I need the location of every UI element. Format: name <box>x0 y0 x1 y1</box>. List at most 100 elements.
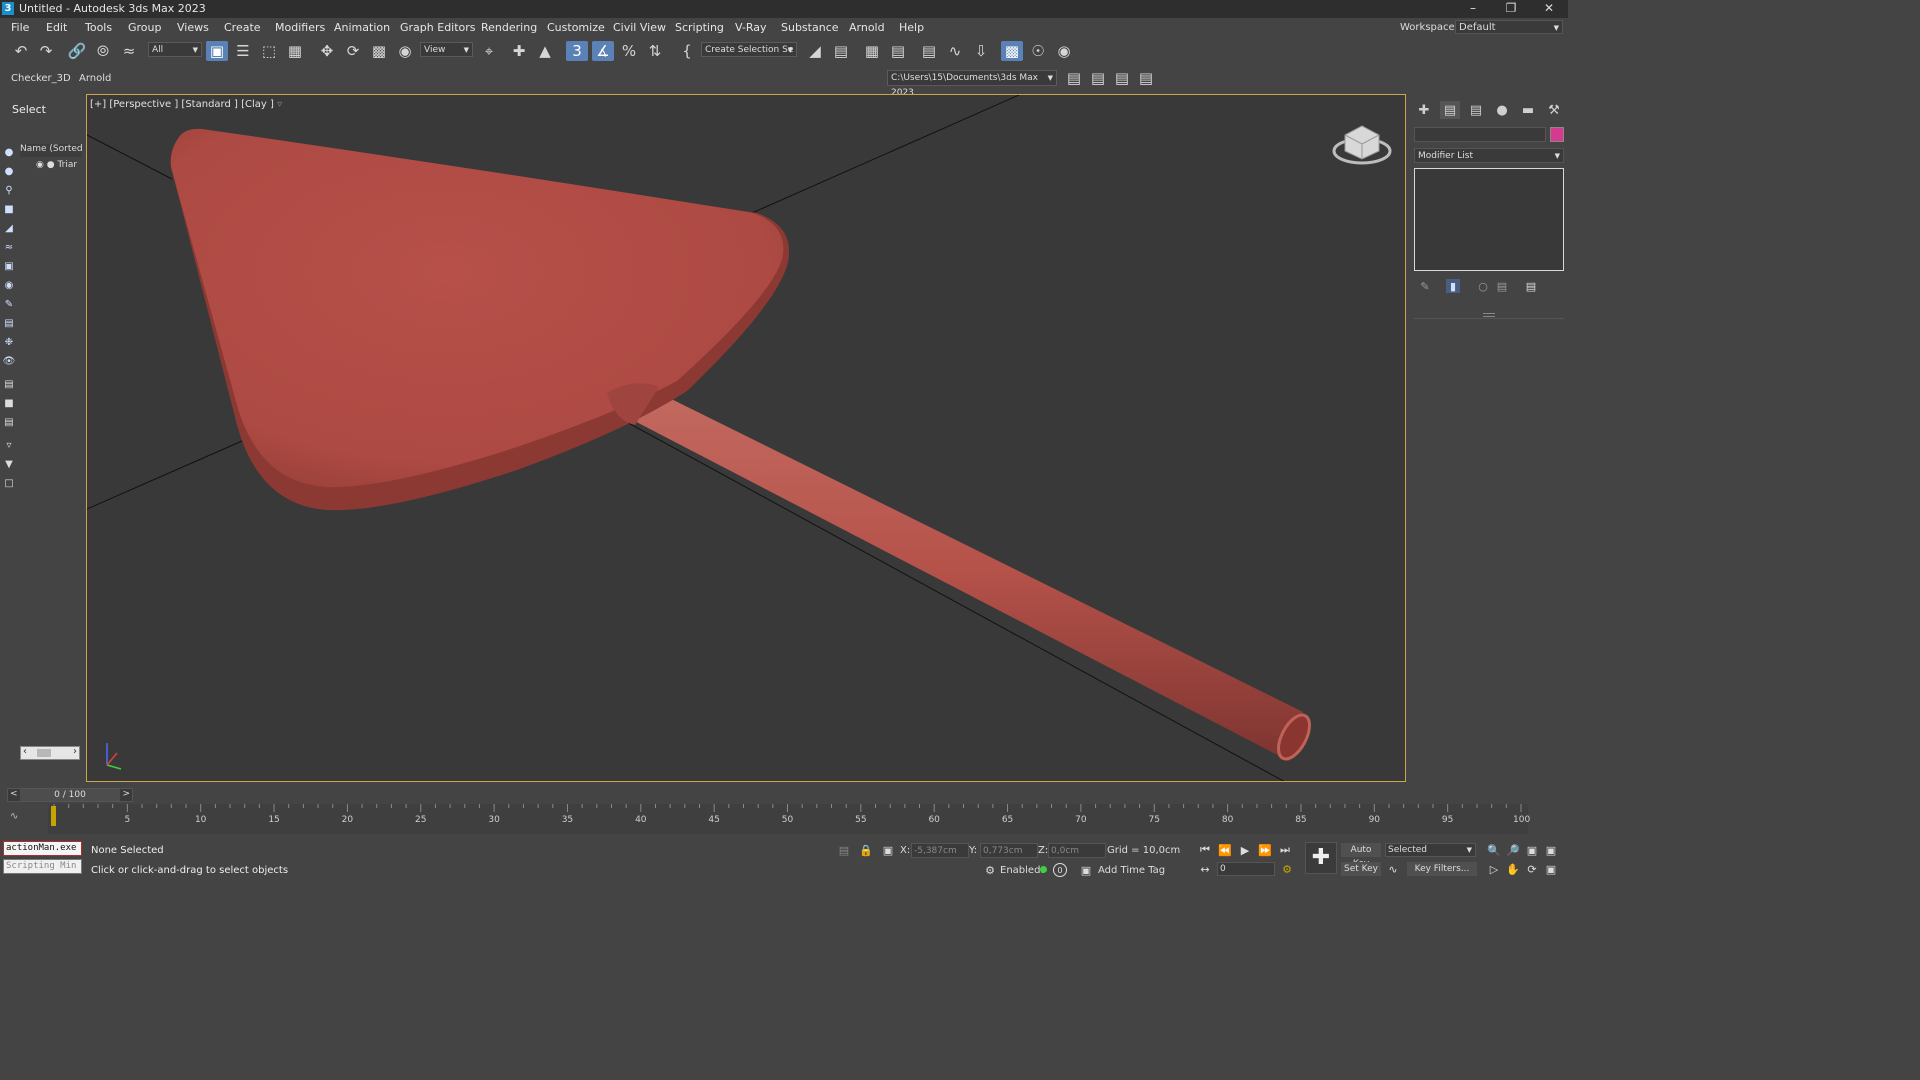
freeze-icon[interactable]: ● <box>47 160 55 170</box>
menu-substance[interactable]: Substance <box>781 21 839 34</box>
move-icon[interactable]: ✥ <box>316 41 338 61</box>
select-manipulate-icon[interactable]: ✚ <box>508 41 530 61</box>
selection-lock-icon[interactable]: 🔒 <box>858 842 874 858</box>
maximize-viewport-icon[interactable]: ▣ <box>1543 861 1559 877</box>
display-cameras-icon[interactable]: ◢ <box>2 221 16 235</box>
link-icon[interactable]: 🔗 <box>66 41 88 61</box>
enabled-value[interactable]: 0 <box>1053 863 1067 877</box>
key-tangents-icon[interactable]: ∿ <box>1385 861 1401 877</box>
unlink-icon[interactable]: ⦾ <box>92 41 114 61</box>
modify-tab-icon[interactable]: ▤ <box>1440 101 1460 119</box>
display-invert-icon[interactable]: ■ <box>2 396 16 410</box>
display-all-icon[interactable]: ▤ <box>2 377 16 391</box>
mirror-icon[interactable]: ◢ <box>804 41 826 61</box>
display-xrefs-icon[interactable]: ✎ <box>2 297 16 311</box>
spinner-snap-icon[interactable]: ⇅ <box>644 41 666 61</box>
utilities-tab-icon[interactable]: ⚒ <box>1544 101 1564 119</box>
time-prev-button[interactable]: < <box>10 789 18 799</box>
name-column-header[interactable]: Name (Sorted A <box>20 144 82 157</box>
menu-civil-view[interactable]: Civil View <box>613 21 666 34</box>
visibility-eye-icon[interactable]: ◉ <box>36 160 44 170</box>
scale-icon[interactable]: ▩ <box>368 41 390 61</box>
render-icon[interactable]: ◉ <box>1053 41 1075 61</box>
filter-icon[interactable]: ▿ <box>2 438 16 452</box>
spatula-handle[interactable] <box>623 381 1303 761</box>
menu-rendering[interactable]: Rendering <box>481 21 537 34</box>
zoom-all-icon[interactable]: 🔎 <box>1505 842 1521 858</box>
perspective-viewport[interactable] <box>86 94 1406 782</box>
menu-scripting[interactable]: Scripting <box>675 21 724 34</box>
set-keys-icon[interactable]: ✚ <box>1305 842 1337 874</box>
menu-customize[interactable]: Customize <box>547 21 605 34</box>
layer-icon[interactable]: □ <box>2 476 16 490</box>
key-mode-dropdown[interactable]: Selected ▼ <box>1385 843 1476 857</box>
reference-coordinate-dropdown[interactable]: View ▼ <box>420 42 473 57</box>
menu-modifiers[interactable]: Modifiers <box>275 21 325 34</box>
create-tab-icon[interactable]: ✚ <box>1414 101 1434 119</box>
tab-checker-3d[interactable]: Checker_3D <box>11 73 71 84</box>
snaps-toggle-icon[interactable]: 3 <box>566 41 588 61</box>
chevron-right-icon[interactable]: › <box>73 746 77 757</box>
y-coordinate-field[interactable]: 0,773cm <box>980 843 1038 858</box>
object-name-field[interactable] <box>1414 127 1546 142</box>
material-editor-icon[interactable]: ▩ <box>1001 41 1023 61</box>
menu-tools[interactable]: Tools <box>85 21 112 34</box>
modifier-list-dropdown[interactable]: Modifier List ▼ <box>1414 148 1564 163</box>
key-mode-toggle-icon[interactable]: ↔ <box>1197 861 1213 877</box>
curve-editor-toggle-icon[interactable]: ∿ <box>10 811 18 822</box>
adaptive-degradation-icon[interactable]: ⚙ <box>982 862 998 878</box>
z-coordinate-field[interactable]: 0,0cm <box>1048 843 1106 858</box>
add-time-tag-button[interactable]: Add Time Tag <box>1098 865 1165 876</box>
tab-arnold[interactable]: Arnold <box>79 73 111 84</box>
viewcube[interactable] <box>1332 125 1392 165</box>
pin-stack-icon[interactable]: ✎ <box>1418 279 1432 293</box>
key-filters-button[interactable]: Key Filters... <box>1407 862 1477 876</box>
display-helpers-icon[interactable]: ≈ <box>2 240 16 254</box>
filter-funnel-icon[interactable]: ▼ <box>2 457 16 471</box>
restore-icon[interactable]: ❐ <box>1492 0 1530 18</box>
named-selection-dropdown[interactable]: Create Selection Se ▼ <box>701 42 797 57</box>
menu-group[interactable]: Group <box>128 21 162 34</box>
open-project-icon[interactable]: ▤ <box>1087 68 1109 88</box>
isolate-selection-icon[interactable]: ▤ <box>836 842 852 858</box>
list-item[interactable]: ◉ ● Triar <box>36 160 84 172</box>
menu-arnold[interactable]: Arnold <box>849 21 885 34</box>
hierarchy-tab-icon[interactable]: ▤ <box>1466 101 1486 119</box>
field-of-view-icon[interactable]: ▷ <box>1486 861 1502 877</box>
scene-explorer-icon[interactable]: ▦ <box>861 41 883 61</box>
create-project-icon[interactable]: ▤ <box>1111 68 1133 88</box>
select-by-name-icon[interactable]: ☰ <box>232 41 254 61</box>
display-children-icon[interactable]: ▤ <box>2 415 16 429</box>
pivot-center-icon[interactable]: ⌖ <box>478 41 500 61</box>
show-end-result-icon[interactable]: ▮ <box>1446 279 1460 293</box>
schematic-view-icon[interactable]: ⇩ <box>970 41 992 61</box>
window-crossing-icon[interactable]: ▦ <box>284 41 306 61</box>
go-to-end-icon[interactable]: ⏭ <box>1277 842 1293 858</box>
redo-icon[interactable]: ↷ <box>35 41 57 61</box>
remove-modifier-icon[interactable]: ▤ <box>1495 279 1509 293</box>
configure-modifier-sets-icon[interactable]: ▤ <box>1524 279 1538 293</box>
maxscript-listener-output[interactable]: actionMan.exe <box>3 841 82 856</box>
display-none-icon[interactable]: ● <box>2 145 16 159</box>
rectangular-selection-icon[interactable]: ⬚ <box>258 41 280 61</box>
display-hidden-icon[interactable]: 👁 <box>2 354 16 368</box>
percent-snap-icon[interactable]: % <box>618 41 640 61</box>
current-frame-marker[interactable] <box>51 806 56 826</box>
auto-key-button[interactable]: Auto Key <box>1341 843 1381 869</box>
display-shapes-icon[interactable]: ⚲ <box>2 183 16 197</box>
bind-spacewarp-icon[interactable]: ≈ <box>118 41 140 61</box>
display-bones-icon[interactable]: ▤ <box>2 316 16 330</box>
current-frame-field[interactable]: 0 <box>1217 862 1275 876</box>
menu-graph-editors[interactable]: Graph Editors <box>400 21 476 34</box>
menu-vray[interactable]: V-Ray <box>735 21 767 34</box>
x-coordinate-field[interactable]: -5,387cm <box>911 843 969 858</box>
go-to-start-icon[interactable]: ⏮ <box>1197 842 1213 858</box>
display-groups-icon[interactable]: ◉ <box>2 278 16 292</box>
layer-explorer-icon[interactable]: ▤ <box>887 41 909 61</box>
keyboard-shortcut-icon[interactable]: ▲ <box>534 41 556 61</box>
make-unique-icon[interactable]: ○ <box>1476 279 1490 293</box>
time-next-button[interactable]: > <box>122 789 130 799</box>
time-slider-value[interactable]: 0 / 100 <box>20 789 120 801</box>
rotate-icon[interactable]: ⟳ <box>342 41 364 61</box>
project-folder-icon[interactable]: ▤ <box>1063 68 1085 88</box>
